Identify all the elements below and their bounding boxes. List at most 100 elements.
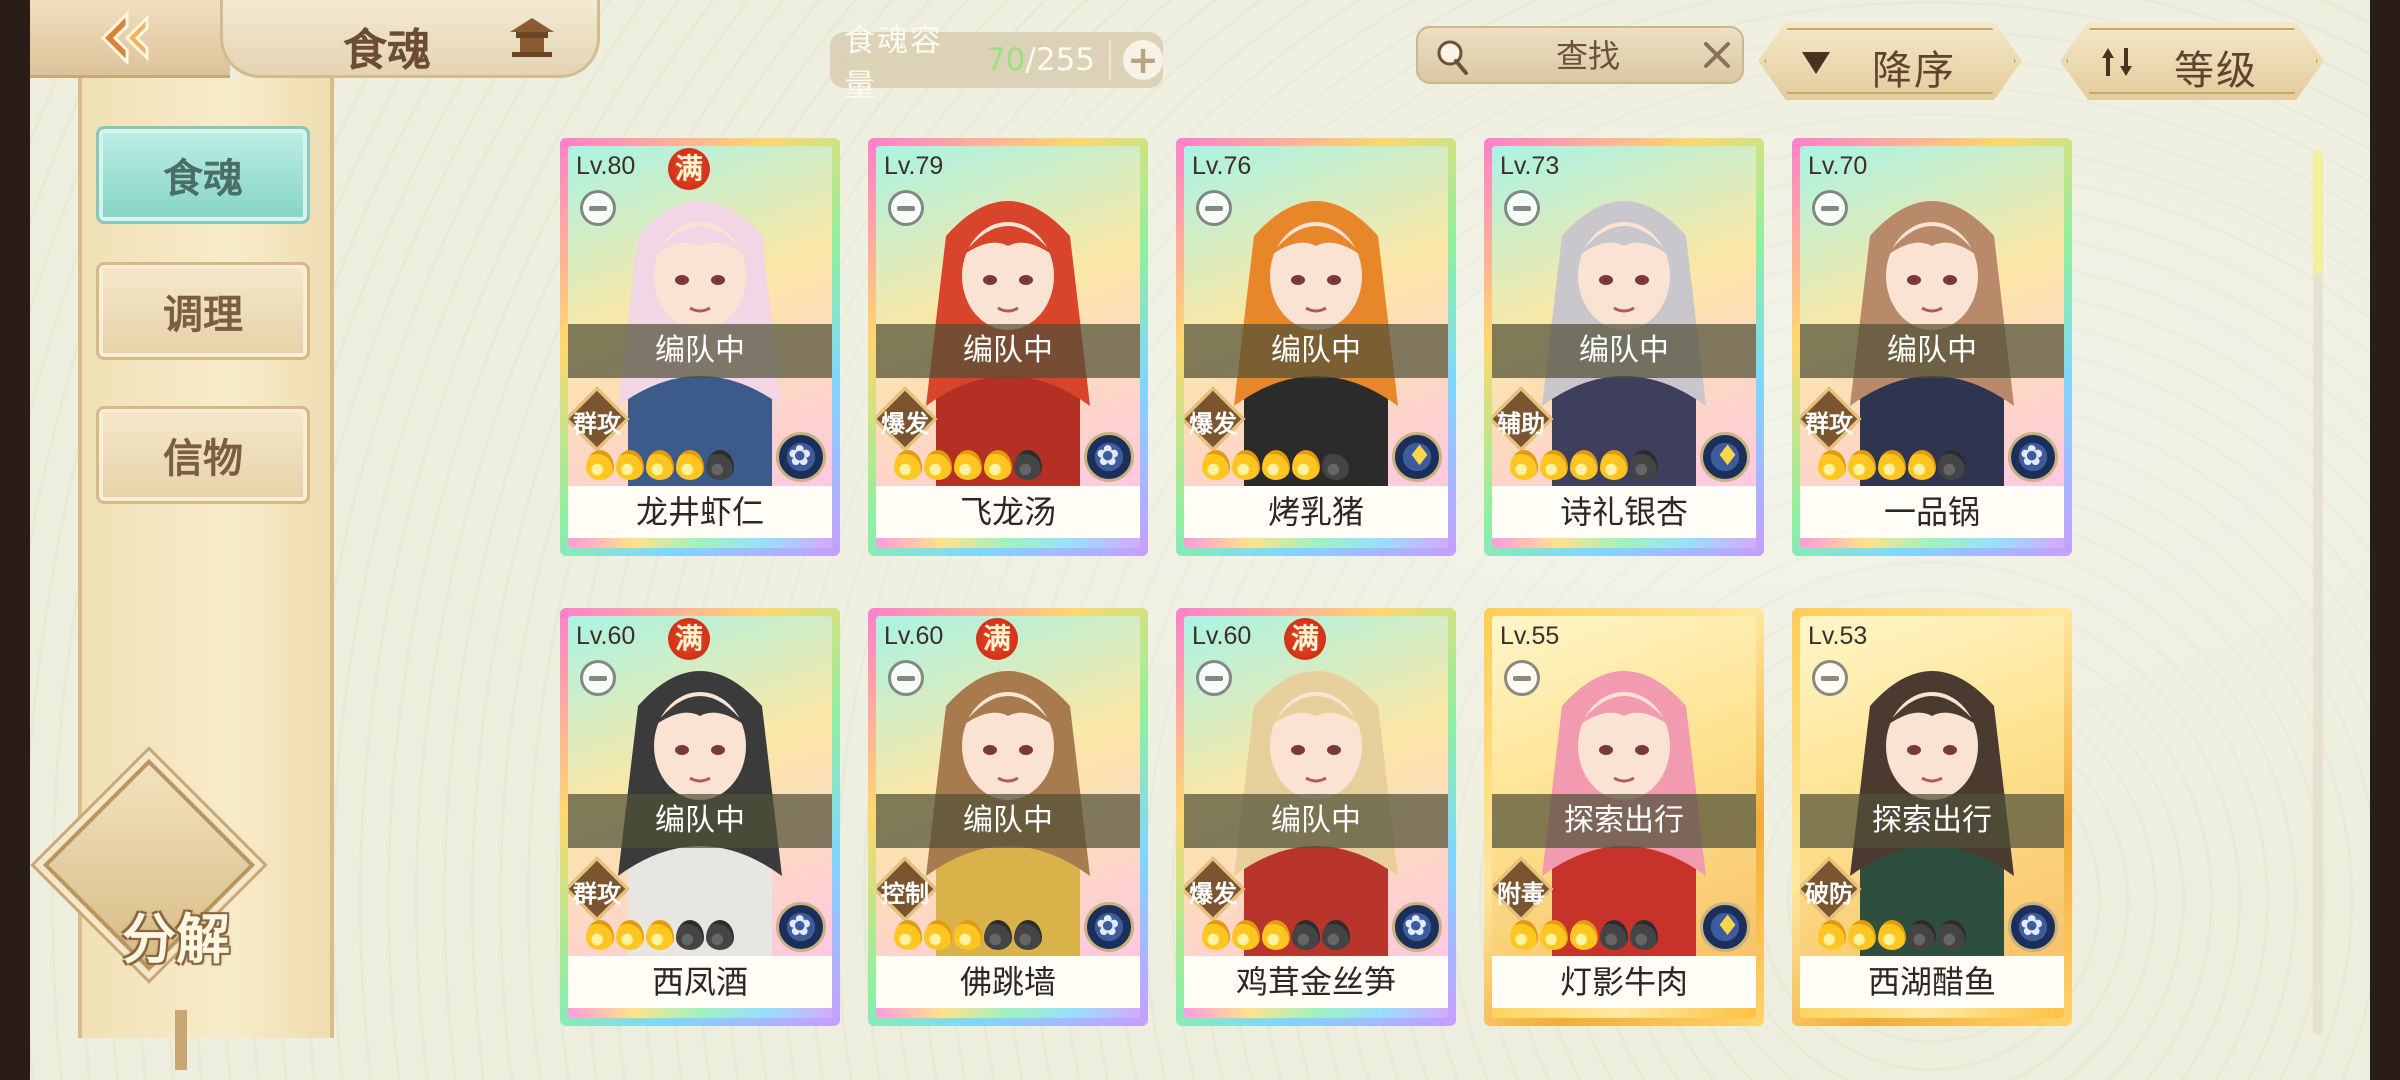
- card-inner: Lv.79 编队中 爆发 飞龙汤: [876, 146, 1140, 548]
- status-banner: 编队中: [1800, 324, 2064, 378]
- status-banner: 编队中: [1184, 324, 1448, 378]
- rarity-star-icon: [1630, 450, 1658, 480]
- search-bar: [1416, 26, 1744, 84]
- element-icon: [1084, 432, 1134, 482]
- rarity-star-icon: [1262, 920, 1290, 950]
- sort-type-label: 等级: [2174, 48, 2258, 94]
- card-frame-bottom: [1184, 1008, 1448, 1018]
- card-frame-bottom: [876, 1008, 1140, 1018]
- food-soul-card[interactable]: Lv.79 编队中 爆发 飞龙汤: [868, 138, 1148, 556]
- character-name: 佛跳墙: [876, 956, 1140, 1008]
- sidebar-tab-xinwu[interactable]: 信物: [96, 406, 310, 504]
- rarity-star-icon: [706, 450, 734, 480]
- rarity-star-icon: [1540, 450, 1568, 480]
- rarity-stars: [894, 450, 1042, 480]
- food-soul-card[interactable]: Lv.73 编队中 辅助 诗礼银杏: [1484, 138, 1764, 556]
- food-soul-card[interactable]: Lv.55 探索出行 附毒 灯影牛肉: [1484, 608, 1764, 1026]
- title-tab: 食魂: [220, 0, 600, 78]
- rarity-stars: [586, 920, 734, 950]
- food-soul-card[interactable]: Lv.60 满 编队中 群攻 西凤酒: [560, 608, 840, 1026]
- card-inner: Lv.73 编队中 辅助 诗礼银杏: [1492, 146, 1756, 548]
- max-level-badge: 满: [668, 618, 710, 660]
- role-badge: 群攻: [568, 386, 630, 452]
- bowl-icon: [888, 190, 924, 226]
- rarity-star-icon: [1938, 920, 1966, 950]
- add-capacity-button[interactable]: +: [1123, 40, 1163, 80]
- role-label: 群攻: [573, 880, 621, 908]
- status-banner: 编队中: [876, 324, 1140, 378]
- game-screen: 食魂 食魂容量 70 / 255 + 降序: [30, 0, 2370, 1080]
- card-frame-bottom: [1492, 1008, 1756, 1018]
- status-banner: 编队中: [568, 324, 832, 378]
- scrollbar-thumb[interactable]: [2313, 150, 2323, 274]
- character-name: 灯影牛肉: [1492, 956, 1756, 1008]
- card-frame-bottom: [568, 538, 832, 548]
- max-level-badge: 满: [668, 148, 710, 190]
- status-banner: 编队中: [876, 794, 1140, 848]
- rarity-star-icon: [954, 920, 982, 950]
- rarity-star-icon: [1818, 450, 1846, 480]
- rarity-stars: [1202, 920, 1350, 950]
- rarity-star-icon: [1232, 920, 1260, 950]
- rarity-star-icon: [1938, 450, 1966, 480]
- rarity-star-icon: [646, 920, 674, 950]
- rarity-star-icon: [616, 920, 644, 950]
- card-frame-bottom: [1184, 538, 1448, 548]
- bowl-icon: [580, 660, 616, 696]
- element-icon: [776, 432, 826, 482]
- food-soul-card[interactable]: Lv.60 满 编队中 控制 佛跳墙: [868, 608, 1148, 1026]
- food-soul-card[interactable]: Lv.53 探索出行 破防 西湖醋鱼: [1792, 608, 2072, 1026]
- bowl-icon: [580, 190, 616, 226]
- rarity-stars: [1510, 450, 1658, 480]
- role-badge: 辅助: [1492, 386, 1554, 452]
- status-banner: 编队中: [1184, 794, 1448, 848]
- level-label: Lv.60: [576, 622, 636, 650]
- food-soul-card[interactable]: Lv.80 满 编队中 群攻 龙井虾仁: [560, 138, 840, 556]
- role-badge: 群攻: [1800, 386, 1862, 452]
- rarity-stars: [1818, 920, 1966, 950]
- food-soul-card[interactable]: Lv.60 满 编队中 爆发 鸡茸金丝笋: [1176, 608, 1456, 1026]
- rarity-star-icon: [1510, 450, 1538, 480]
- rarity-star-icon: [954, 450, 982, 480]
- sidebar-tab-label: 食魂: [163, 155, 243, 202]
- character-name: 龙井虾仁: [568, 486, 832, 538]
- card-inner: Lv.60 满 编队中 控制 佛跳墙: [876, 616, 1140, 1018]
- rarity-star-icon: [676, 450, 704, 480]
- rarity-star-icon: [1570, 920, 1598, 950]
- rarity-star-icon: [1292, 920, 1320, 950]
- back-button[interactable]: [30, 0, 230, 78]
- rarity-star-icon: [676, 920, 704, 950]
- tassel-decoration: [175, 1010, 187, 1070]
- status-banner: 编队中: [568, 794, 832, 848]
- element-icon: [1700, 432, 1750, 482]
- level-label: Lv.76: [1192, 152, 1252, 180]
- character-name: 飞龙汤: [876, 486, 1140, 538]
- home-pavilion-icon[interactable]: [506, 14, 558, 60]
- sidebar-tab-shihun[interactable]: 食魂: [96, 126, 310, 224]
- role-badge: 爆发: [876, 386, 938, 452]
- search-icon[interactable]: [1430, 35, 1472, 77]
- capacity-separator: /: [1025, 42, 1036, 78]
- food-soul-card[interactable]: Lv.76 编队中 爆发 烤乳猪: [1176, 138, 1456, 556]
- rarity-star-icon: [1600, 920, 1628, 950]
- element-icon: [776, 902, 826, 952]
- rarity-star-icon: [984, 920, 1012, 950]
- sidebar-tab-tiaoli[interactable]: 调理: [96, 262, 310, 360]
- element-icon: [2008, 902, 2058, 952]
- character-name: 诗礼银杏: [1492, 486, 1756, 538]
- role-label: 群攻: [1805, 410, 1853, 438]
- rarity-star-icon: [1510, 920, 1538, 950]
- bowl-icon: [1196, 660, 1232, 696]
- sort-order-button[interactable]: 降序: [1758, 22, 2022, 100]
- role-label: 群攻: [573, 410, 621, 438]
- search-input[interactable]: [1508, 37, 1668, 75]
- rarity-stars: [894, 920, 1042, 950]
- rarity-star-icon: [586, 920, 614, 950]
- rarity-star-icon: [1202, 920, 1230, 950]
- close-icon[interactable]: [1698, 36, 1736, 74]
- card-inner: Lv.70 编队中 群攻 一品锅: [1800, 146, 2064, 548]
- sort-type-button[interactable]: 等级: [2060, 22, 2324, 100]
- food-soul-card[interactable]: Lv.70 编队中 群攻 一品锅: [1792, 138, 2072, 556]
- scrollbar[interactable]: [2313, 150, 2323, 1035]
- bowl-icon: [888, 660, 924, 696]
